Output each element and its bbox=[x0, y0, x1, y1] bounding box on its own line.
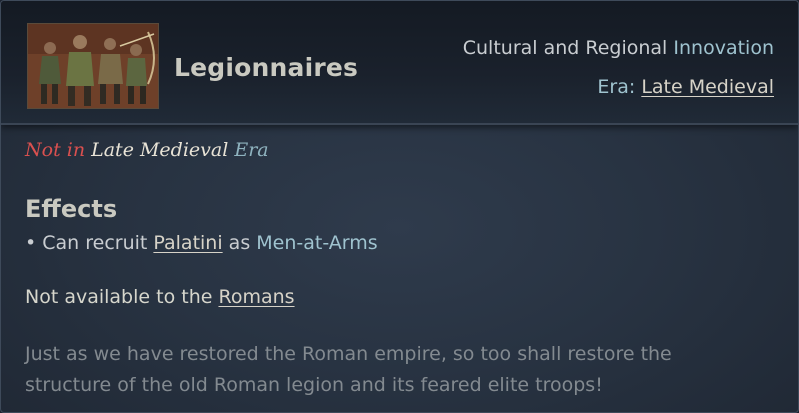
effect-middle: as bbox=[228, 232, 251, 254]
flavor-line-1: Just as we have restored the Roman empir… bbox=[25, 343, 672, 365]
effects-heading: Effects bbox=[25, 195, 118, 223]
innovation-category: Cultural and Regional Innovation bbox=[463, 37, 774, 59]
flavor-text: Just as we have restored the Roman empir… bbox=[25, 339, 725, 401]
category-innovation-link[interactable]: Innovation bbox=[673, 37, 774, 59]
innovation-tooltip: Legionnaires Cultural and Regional Innov… bbox=[0, 0, 799, 413]
innovation-title: Legionnaires bbox=[174, 53, 359, 82]
status-era-name: Late Medieval bbox=[91, 139, 229, 161]
availability-note: Not available to the Romans bbox=[25, 286, 295, 308]
soldiers-illustration bbox=[28, 24, 158, 108]
tooltip-header: Legionnaires Cultural and Regional Innov… bbox=[1, 1, 798, 125]
flavor-line-2: structure of the old Roman legion and it… bbox=[25, 374, 603, 396]
status-negation: Not in bbox=[25, 139, 86, 161]
innovation-era: Era: Late Medieval bbox=[597, 76, 774, 98]
palatini-link[interactable]: Palatini bbox=[153, 232, 222, 254]
availability-prefix: Not available to the bbox=[25, 286, 213, 308]
category-prefix: Cultural and Regional bbox=[462, 37, 668, 59]
men-at-arms-link[interactable]: Men-at-Arms bbox=[256, 232, 377, 254]
romans-link[interactable]: Romans bbox=[218, 286, 294, 308]
effect-item: • Can recruit Palatini as Men-at-Arms bbox=[25, 232, 378, 254]
era-requirement-status: Not in Late Medieval Era bbox=[25, 139, 269, 161]
effect-prefix: • Can recruit bbox=[25, 232, 148, 254]
era-label: Era: bbox=[597, 76, 636, 98]
era-link[interactable]: Late Medieval bbox=[641, 76, 774, 98]
innovation-portrait-image bbox=[27, 23, 159, 109]
status-era-word: Era bbox=[234, 139, 269, 161]
